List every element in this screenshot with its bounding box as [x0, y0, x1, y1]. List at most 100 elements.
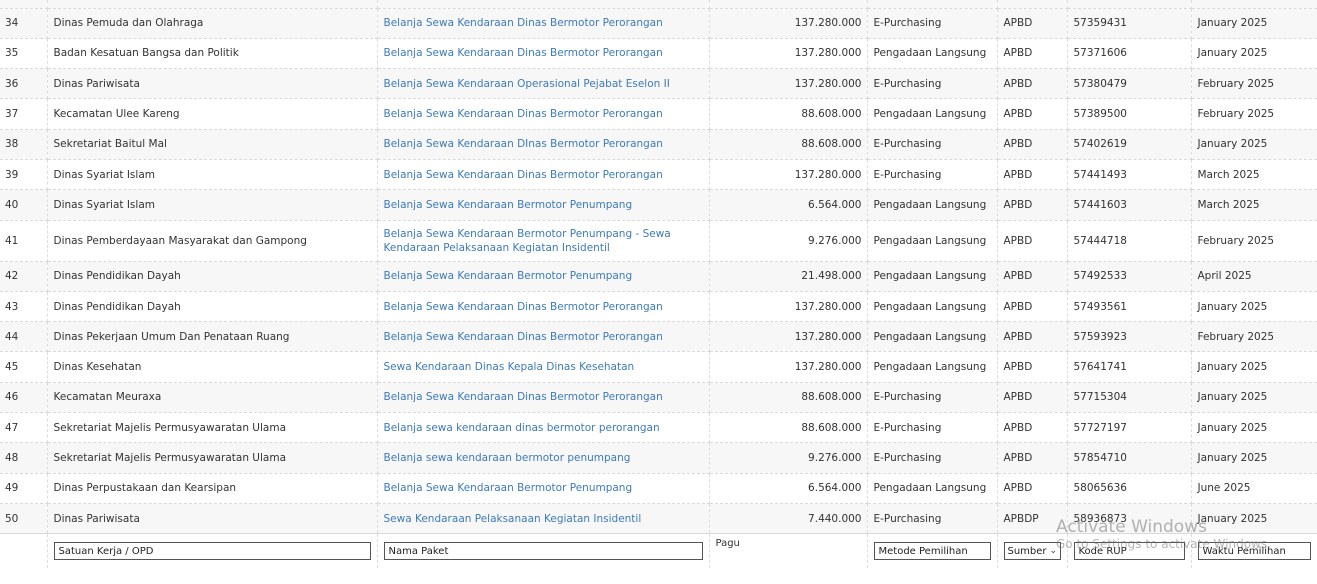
table-row: 44 Dinas Pekerjaan Umum Dan Penataan Ruan… [0, 321, 1317, 353]
metode-cell: Pengadaan Langsung [867, 351, 998, 383]
metode-cell: Pengadaan Langsung [867, 321, 998, 353]
sumber-cell: APBD [997, 128, 1068, 160]
waktu-filter-input[interactable] [1197, 542, 1311, 560]
row-number: 39 [0, 158, 48, 191]
paket-link[interactable]: Belanja Sewa Kendaraan Dinas Bermotor Pe… [377, 98, 710, 130]
paket-link[interactable]: Belanja Sewa Kendaraan Bermotor Penumpan… [377, 219, 710, 262]
pagu-cell: 137.280.000 [709, 7, 868, 39]
pagu-cell: 9.276.000 [709, 219, 868, 262]
metode-cell: E-Purchasing [867, 68, 998, 100]
paket-link[interactable]: Belanja Sewa Kendaraan Dinas Bermotor Pe… [377, 321, 710, 353]
pagu-cell: 7.440.000 [709, 502, 868, 535]
pagu-column-label: Pagu [715, 537, 740, 549]
table-row: 34 Dinas Pemuda dan Olahraga Belanja Sewa … [0, 7, 1317, 39]
waktu-cell: January 2025 [1191, 7, 1317, 39]
paket-link[interactable]: Sewa Kendaraan Pelaksanaan Kegiatan Insi… [377, 502, 710, 535]
metode-cell: E-Purchasing [867, 412, 998, 444]
opd-cell: Dinas Pemberdayaan Masyarakat dan Gampon… [47, 219, 378, 262]
table-row: 41 Dinas Pemberdayaan Masyarakat dan Gamp… [0, 219, 1317, 262]
opd-cell: Dinas Pendidikan Dayah [47, 290, 378, 323]
row-number: 41 [0, 219, 48, 262]
table-row: 42 Dinas Pendidikan Dayah Belanja Sewa Ken… [0, 260, 1317, 292]
pagu-cell: 88.608.000 [709, 381, 868, 414]
paket-link[interactable]: Belanja Sewa Kendaraan Bermotor Penumpan… [377, 472, 710, 504]
table-row: 35 Badan Kesatuan Bangsa dan Politik Belan… [0, 37, 1317, 70]
opd-cell: Badan Kesatuan Bangsa dan Politik [47, 37, 378, 70]
kode-rup-cell: 57444718 [1067, 219, 1192, 262]
kode-rup-cell: 57854710 [1067, 442, 1192, 474]
paket-link[interactable]: Belanja Sewa Kendaraan Dinas Bermotor Pe… [377, 381, 710, 414]
opd-cell: Dinas Syariat Islam [47, 189, 378, 221]
paket-link[interactable]: Sewa Kendaraan Dinas Kepala Dinas Keseha… [377, 351, 710, 383]
pagu-cell: 137.280.000 [709, 290, 868, 323]
paket-link[interactable]: Belanja Sewa Kendaraan Dinas Bermotor Pe… [377, 7, 710, 39]
paket-link[interactable]: Belanja Sewa Kendaraan Bermotor Penumpan… [377, 260, 710, 292]
metode-cell: Pengadaan Langsung [867, 189, 998, 221]
opd-cell: Dinas Pendidikan Dayah [47, 260, 378, 292]
sumber-cell: APBD [997, 260, 1068, 292]
opd-cell: Kecamatan Meuraxa [47, 381, 378, 414]
kode-rup-cell: 58065636 [1067, 472, 1192, 504]
paket-link[interactable]: Belanja Sewa Kendaraan Operasional Pejab… [377, 68, 710, 100]
waktu-cell: February 2025 [1191, 68, 1317, 100]
opd-filter-input[interactable] [53, 542, 371, 560]
paket-link[interactable]: Belanja sewa kendaraan dinas bermotor pe… [377, 412, 710, 444]
table-row: 39 Dinas Syariat Islam Belanja Sewa Kendar… [0, 158, 1317, 191]
pagu-cell: 6.564.000 [709, 472, 868, 504]
paket-link[interactable]: Belanja Sewa Kendaraan Bermotor Penumpan… [377, 189, 710, 221]
sumber-filter-select[interactable]: Sumber ⌄ [1003, 542, 1062, 560]
opd-cell: Dinas Kesehatan [47, 351, 378, 383]
paket-link[interactable]: Belanja sewa kendaraan bermotor penumpan… [377, 442, 710, 474]
pagu-cell: 21.498.000 [709, 260, 868, 292]
paket-link[interactable]: Belanja Sewa Kendaraan Dinas Bermotor Pe… [377, 158, 710, 191]
table-row: 40 Dinas Syariat Islam Belanja Sewa Kendar… [0, 189, 1317, 221]
pagu-cell: 137.280.000 [709, 321, 868, 353]
opd-cell: Sekretariat Majelis Permusyawaratan Ulam… [47, 442, 378, 474]
kode-rup-cell: 57389500 [1067, 98, 1192, 130]
row-number: 38 [0, 128, 48, 160]
kode-rup-cell: 57593923 [1067, 321, 1192, 353]
filter-cell-no [0, 533, 48, 568]
sumber-cell: APBD [997, 381, 1068, 414]
waktu-cell: January 2025 [1191, 351, 1317, 383]
paket-link[interactable]: Belanja Sewa Kendaraan Dinas Bermotor Pe… [377, 37, 710, 70]
kode-rup-cell: 57715304 [1067, 381, 1192, 414]
metode-cell: Pengadaan Langsung [867, 98, 998, 130]
paket-link[interactable]: Belanja Sewa Kendaraan Dinas Bermotor Pe… [377, 290, 710, 323]
kode-filter-input[interactable] [1073, 542, 1185, 560]
metode-cell: E-Purchasing [867, 7, 998, 39]
opd-cell: Dinas Perpustakaan dan Kearsipan [47, 472, 378, 504]
kode-rup-cell: 57371606 [1067, 37, 1192, 70]
kode-rup-cell: 58936873 [1067, 502, 1192, 535]
sumber-cell: APBD [997, 7, 1068, 39]
kode-rup-cell: 57359431 [1067, 7, 1192, 39]
metode-cell: E-Purchasing [867, 128, 998, 160]
kode-rup-cell: 57492533 [1067, 260, 1192, 292]
paket-link[interactable]: Belanja Sewa Kendaraan DInas Bermotor Pe… [377, 128, 710, 160]
pagu-cell: 88.608.000 [709, 412, 868, 444]
metode-cell: E-Purchasing [867, 502, 998, 535]
table-body: 34 Dinas Pemuda dan Olahraga Belanja Sewa … [0, 0, 1317, 535]
sumber-cell: APBD [997, 321, 1068, 353]
sumber-cell: APBDP [997, 502, 1068, 535]
pagu-cell: 137.280.000 [709, 351, 868, 383]
opd-cell: Dinas Syariat Islam [47, 158, 378, 191]
paket-filter-input[interactable] [383, 542, 703, 560]
filter-cell-metode [867, 533, 998, 568]
kode-rup-cell: 57493561 [1067, 290, 1192, 323]
sumber-cell: APBD [997, 290, 1068, 323]
opd-cell: Dinas Pariwisata [47, 68, 378, 100]
pagu-cell: 9.276.000 [709, 442, 868, 474]
waktu-cell: February 2025 [1191, 98, 1317, 130]
sumber-cell: APBD [997, 442, 1068, 474]
waktu-cell: March 2025 [1191, 158, 1317, 191]
kode-rup-cell: 57402619 [1067, 128, 1192, 160]
waktu-cell: April 2025 [1191, 260, 1317, 292]
waktu-cell: January 2025 [1191, 128, 1317, 160]
sumber-cell: APBD [997, 219, 1068, 262]
metode-filter-input[interactable] [873, 542, 991, 560]
table-row: 45 Dinas Kesehatan Sewa Kendaraan Dinas Ke… [0, 351, 1317, 383]
waktu-cell: June 2025 [1191, 472, 1317, 504]
filter-cell-opd [47, 533, 378, 568]
row-number: 42 [0, 260, 48, 292]
